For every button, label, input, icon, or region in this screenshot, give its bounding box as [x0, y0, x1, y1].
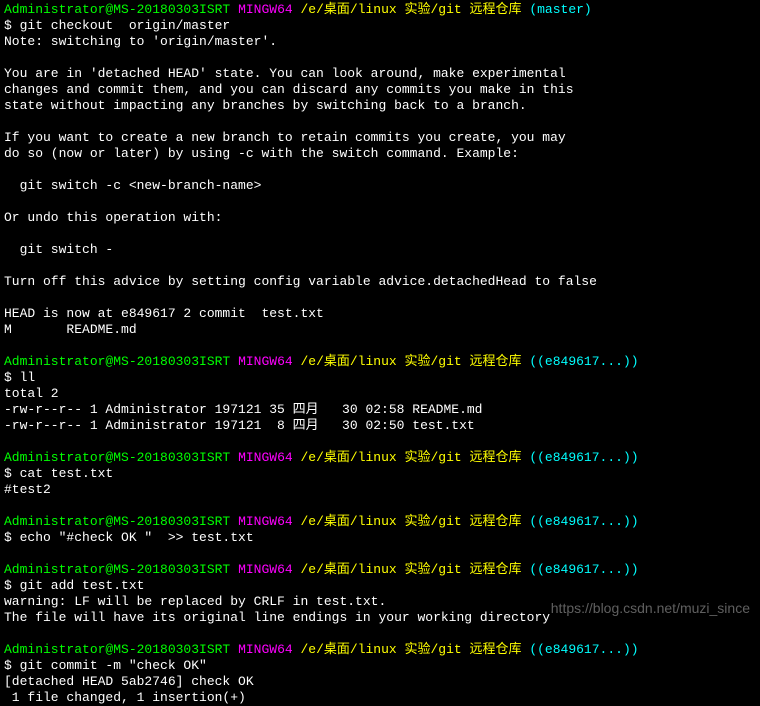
- blank: [4, 226, 756, 242]
- command: $ ll: [4, 370, 756, 386]
- output-line: git switch -: [4, 242, 756, 258]
- command: $ git commit -m "check OK": [4, 658, 756, 674]
- output-line: You are in 'detached HEAD' state. You ca…: [4, 66, 756, 82]
- blank: [4, 290, 756, 306]
- blank: [4, 114, 756, 130]
- blank: [4, 434, 756, 450]
- output-line: Or undo this operation with:: [4, 210, 756, 226]
- blank: [4, 498, 756, 514]
- output-line: Turn off this advice by setting config v…: [4, 274, 756, 290]
- output-line: [detached HEAD 5ab2746] check OK: [4, 674, 756, 690]
- watermark: https://blog.csdn.net/muzi_since: [551, 600, 750, 616]
- output-line: do so (now or later) by using -c with th…: [4, 146, 756, 162]
- blank: [4, 546, 756, 562]
- blank: [4, 626, 756, 642]
- output-line: state without impacting any branches by …: [4, 98, 756, 114]
- output-line: #test2: [4, 482, 756, 498]
- blank: [4, 50, 756, 66]
- blank: [4, 338, 756, 354]
- prompt-line: Administrator@MS-20180303ISRT MINGW64 /e…: [4, 354, 756, 370]
- blank: [4, 194, 756, 210]
- prompt-line: Administrator@MS-20180303ISRT MINGW64 /e…: [4, 562, 756, 578]
- output-line: -rw-r--r-- 1 Administrator 197121 8 四月 3…: [4, 418, 756, 434]
- command: $ echo "#check OK " >> test.txt: [4, 530, 756, 546]
- prompt-line: Administrator@MS-20180303ISRT MINGW64 /e…: [4, 514, 756, 530]
- output-line: changes and commit them, and you can dis…: [4, 82, 756, 98]
- prompt-line: Administrator@MS-20180303ISRT MINGW64 /e…: [4, 2, 756, 18]
- output-line: total 2: [4, 386, 756, 402]
- output-line: HEAD is now at e849617 2 commit test.txt: [4, 306, 756, 322]
- command: $ git checkout origin/master: [4, 18, 756, 34]
- command: $ git add test.txt: [4, 578, 756, 594]
- output-line: M README.md: [4, 322, 756, 338]
- command: $ cat test.txt: [4, 466, 756, 482]
- blank: [4, 162, 756, 178]
- output-line: Note: switching to 'origin/master'.: [4, 34, 756, 50]
- output-line: -rw-r--r-- 1 Administrator 197121 35 四月 …: [4, 402, 756, 418]
- output-line: git switch -c <new-branch-name>: [4, 178, 756, 194]
- output-line: If you want to create a new branch to re…: [4, 130, 756, 146]
- prompt-line: Administrator@MS-20180303ISRT MINGW64 /e…: [4, 642, 756, 658]
- blank: [4, 258, 756, 274]
- prompt-line: Administrator@MS-20180303ISRT MINGW64 /e…: [4, 450, 756, 466]
- output-line: 1 file changed, 1 insertion(+): [4, 690, 756, 706]
